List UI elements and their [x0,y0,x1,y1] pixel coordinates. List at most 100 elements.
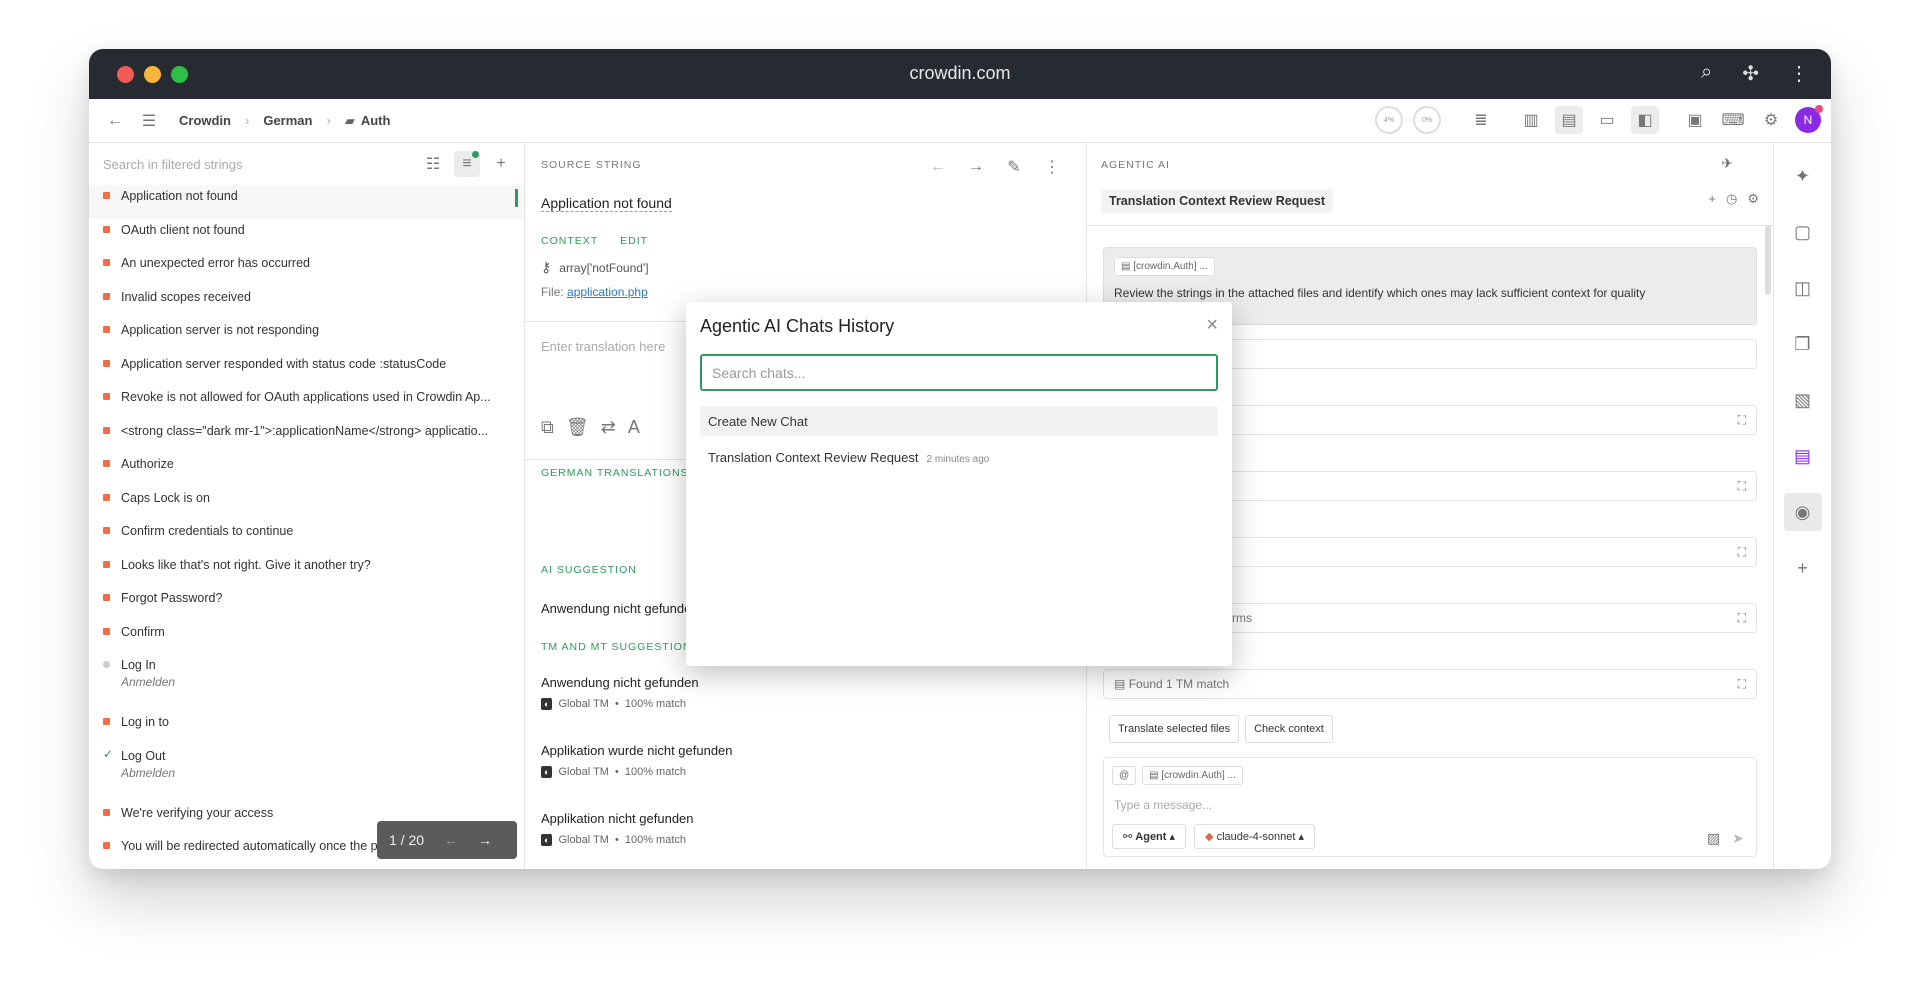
list-item[interactable]: Confirm [89,621,524,655]
breadcrumb-language[interactable]: German [263,113,312,128]
layout-right-panel-icon[interactable]: ◧ [1631,106,1659,134]
list-item[interactable]: OAuth client not found [89,219,524,253]
list-item[interactable]: <strong class="dark mr-1">:applicationNa… [89,420,524,454]
list-item[interactable]: Revoke is not allowed for OAuth applicat… [89,386,524,420]
chat-title[interactable]: Translation Context Review Request [1101,189,1334,213]
prev-page-icon[interactable]: ← [444,832,458,848]
ai-suggestion-dropdown[interactable]: AI SUGGESTION [541,564,637,576]
strings-list: Application not found OAuth client not f… [89,185,524,869]
layout-side-by-side-icon[interactable]: ▥ [1517,106,1545,134]
glossary-icon[interactable]: ◫ [1784,269,1822,307]
comments-icon[interactable]: ▢ [1784,213,1822,251]
create-new-chat-button[interactable]: Create New Chat [700,406,1218,436]
terminal-icon[interactable]: ▣ [1681,106,1709,134]
zoom-icon[interactable]: ⌕ [1701,61,1712,86]
transliterate-icon[interactable]: ⇄ [601,417,616,438]
filter-icon[interactable]: ≡ [454,151,480,177]
list-item[interactable]: Application server is not responding [89,319,524,353]
extensions-icon[interactable]: ✣ [1742,61,1759,86]
add-app-icon[interactable]: + [1784,549,1822,587]
check-context-button[interactable]: Check context [1245,715,1333,743]
tm-panel-icon[interactable]: ❐ [1784,325,1822,363]
breadcrumb-project[interactable]: Crowdin [179,113,231,128]
hamburger-menu-icon[interactable]: ☰ [135,107,163,135]
untranslated-status-icon [103,460,110,467]
new-chat-plus-icon[interactable]: + [1708,191,1716,207]
ai-assistant-icon[interactable]: ✦ [1784,157,1822,195]
strings-search-input[interactable]: Search in filtered strings [103,157,242,172]
delete-icon[interactable]: 🗑 [566,417,589,438]
agent-mode-select[interactable]: ⚯ Agent ▴ [1112,824,1187,849]
back-arrow-icon[interactable]: ← [101,107,129,135]
tool-step-tm-found[interactable]: ▤ Found 1 TM match ⛶ [1103,669,1757,699]
list-item[interactable]: Log in to [89,711,524,745]
list-item[interactable]: Application not found [89,185,524,219]
approved-progress-ring[interactable]: 0% [1413,106,1441,134]
expand-icon[interactable]: ⛶ [1738,545,1746,560]
untranslated-status-icon [103,259,110,266]
search-chats-input[interactable] [700,354,1218,391]
expand-icon[interactable]: ⛶ [1738,413,1746,428]
list-item[interactable]: Looks like that's not right. Give it ano… [89,554,524,588]
attached-file-chip[interactable]: ▤ [crowdin.Auth] ... [1142,766,1243,785]
translated-progress-ring[interactable]: 4% [1375,106,1403,134]
prev-string-icon[interactable]: ← [924,153,952,181]
file-check-icon[interactable]: ▧ [1784,381,1822,419]
tm-suggestion[interactable]: Applikation wurde nicht gefunden ◐ Global… [541,743,733,778]
browser-preview-icon[interactable]: ▤ [1784,437,1822,475]
attached-file-chip[interactable]: ▤ [crowdin.Auth] ... [1114,257,1215,276]
list-item[interactable]: Invalid scopes received [89,286,524,320]
translate-selected-files-button[interactable]: Translate selected files [1109,715,1240,743]
expand-icon[interactable]: ⛶ [1738,479,1746,494]
edit-pencil-icon[interactable]: ✎ [1000,153,1028,181]
list-item[interactable]: Application server responded with status… [89,353,524,387]
list-item[interactable]: An unexpected error has occurred [89,252,524,286]
ai-suggestion-text[interactable]: Anwendung nicht gefunden [541,601,699,616]
breadcrumb-file[interactable]: Auth [361,113,391,128]
chat-settings-icon[interactable]: ⚙ [1747,191,1759,207]
browser-menu-icon[interactable]: ⋮ [1789,61,1809,86]
keyboard-icon[interactable]: ⌨ [1719,106,1747,134]
layout-comfortable-icon[interactable]: ▤ [1555,106,1583,134]
mention-button[interactable]: @ [1112,766,1137,785]
source-string-text: Application not found [541,195,672,212]
layout-multilingual-icon[interactable]: ▭ [1593,106,1621,134]
message-input[interactable]: Type a message... [1114,798,1212,812]
filter-settings-icon[interactable]: ☷ [420,151,446,177]
spellcheck-icon[interactable]: A [628,417,640,438]
tm-suggestion[interactable]: Anwendung nicht gefunden ◐ Global TM • 100%… [541,675,699,710]
edit-context-link[interactable]: EDIT [620,235,648,247]
list-item[interactable]: Authorize [89,453,524,487]
chat-history-item[interactable]: Translation Context Review Request 2 min… [708,450,989,465]
next-string-icon[interactable]: → [962,153,990,181]
user-avatar[interactable]: N [1795,105,1823,133]
list-item[interactable]: Log In Anmelden [89,654,524,711]
qa-check-icon[interactable]: ≣ [1467,106,1495,134]
list-item[interactable]: Caps Lock is on [89,487,524,521]
image-attach-icon[interactable]: ▨ [1707,830,1720,847]
translation-input[interactable]: Enter translation here [541,339,665,354]
copy-source-icon[interactable]: ⧉ [541,417,554,438]
file-link[interactable]: application.php [567,285,648,299]
list-item[interactable]: ✓ Log Out Abmelden [89,745,524,802]
model-icon: ◆ [1205,831,1214,843]
tm-suggestion[interactable]: Applikation nicht gefunden ◐ Global TM • 10… [541,811,694,846]
send-icon[interactable]: ➤ [1732,830,1744,847]
list-item[interactable]: Forgot Password? [89,587,524,621]
context-dropdown[interactable]: CONTEXT [541,235,598,247]
untranslated-status-icon [103,493,110,501]
address-url[interactable]: crowdin.com [89,63,1831,84]
scrollbar[interactable] [1765,225,1771,295]
expand-icon[interactable]: ⛶ [1738,611,1746,626]
more-options-icon[interactable]: ⋮ [1038,153,1066,181]
history-icon[interactable]: ◷ [1726,191,1737,207]
add-string-icon[interactable]: + [488,151,514,177]
expand-icon[interactable]: ⛶ [1738,677,1746,692]
agentic-ai-rail-icon[interactable]: ◉ [1783,493,1822,531]
close-icon[interactable]: × [1206,314,1218,337]
settings-gear-icon[interactable]: ⚙ [1757,106,1785,134]
model-select[interactable]: ◆ claude-4-sonnet ▴ [1194,824,1316,849]
list-item[interactable]: Confirm credentials to continue [89,520,524,554]
pin-icon[interactable]: ✈ [1721,155,1733,172]
next-page-icon[interactable]: → [478,832,492,848]
